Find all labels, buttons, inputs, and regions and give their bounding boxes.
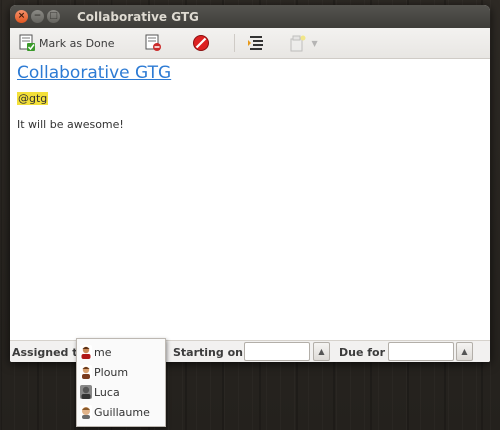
user-guillaume-avatar-icon xyxy=(80,405,92,419)
task-editor[interactable]: Collaborative GTG @gtg It will be awesom… xyxy=(10,59,490,340)
user-me-avatar-icon xyxy=(80,345,92,359)
assignee-name: Ploum xyxy=(94,365,129,379)
minimize-window-button[interactable]: − xyxy=(31,10,44,23)
dropdown-arrow-icon[interactable]: ▼ xyxy=(312,39,318,48)
assignee-item-guillaume[interactable]: Guillaume xyxy=(80,403,150,421)
task-tag[interactable]: @gtg xyxy=(17,92,49,105)
starting-date-input[interactable] xyxy=(244,342,310,361)
dismiss-button[interactable] xyxy=(141,31,166,55)
assignee-item-luca[interactable]: Luca xyxy=(80,383,120,401)
add-subtask-icon xyxy=(247,36,263,50)
add-tag-icon xyxy=(290,35,306,52)
close-icon: × xyxy=(17,11,26,21)
task-body-text[interactable]: It will be awesome! xyxy=(17,118,124,131)
toolbar-separator xyxy=(233,34,235,52)
assignee-popup: me Ploum Luca Guillaume xyxy=(76,338,166,427)
starting-date-picker-button[interactable]: ▲ xyxy=(313,342,330,361)
mark-as-done-button[interactable]: Mark as Done xyxy=(15,31,119,55)
assignee-item-me[interactable]: me xyxy=(80,343,111,361)
assignee-item-ploum[interactable]: Ploum xyxy=(80,363,128,381)
calendar-arrow-icon: ▲ xyxy=(318,347,325,356)
assignee-name: me xyxy=(94,345,112,359)
delete-icon xyxy=(192,35,209,51)
maximize-window-button[interactable]: □ xyxy=(47,10,60,23)
calendar-arrow-icon: ▲ xyxy=(461,347,468,356)
close-window-button[interactable]: × xyxy=(15,10,28,23)
maximize-icon: □ xyxy=(49,11,58,21)
user-luca-avatar-icon xyxy=(80,385,92,399)
window-title: Collaborative GTG xyxy=(77,9,199,24)
task-title[interactable]: Collaborative GTG xyxy=(17,63,171,83)
dismiss-icon xyxy=(145,34,161,51)
mark-as-done-label: Mark as Done xyxy=(39,36,115,50)
add-subtask-button[interactable] xyxy=(243,31,269,55)
delete-task-button[interactable] xyxy=(188,31,214,55)
assigned-to-label: Assigned to xyxy=(12,346,86,359)
due-for-label: Due for xyxy=(339,346,386,359)
assignee-name: Guillaume xyxy=(94,405,150,419)
assignee-name: Luca xyxy=(94,385,120,399)
due-date-picker-button[interactable]: ▲ xyxy=(456,342,473,361)
toolbar: Mark as Done ▼ xyxy=(10,28,490,59)
insert-tag-button[interactable]: ▼ xyxy=(285,31,322,55)
starting-on-label: Starting on xyxy=(173,346,243,359)
title-bar: × − □ Collaborative GTG xyxy=(10,5,490,28)
user-ploum-avatar-icon xyxy=(80,365,92,379)
minimize-icon: − xyxy=(33,11,42,21)
task-editor-window: × − □ Collaborative GTG Mark as Done ▼ C… xyxy=(10,5,490,362)
mark-done-icon xyxy=(19,34,35,51)
due-date-input[interactable] xyxy=(388,342,454,361)
